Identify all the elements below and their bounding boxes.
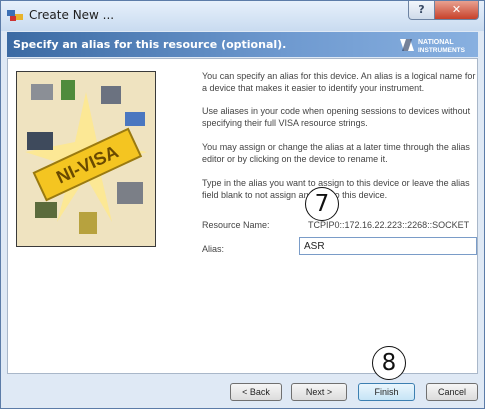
banner-heading: Specify an alias for this resource (opti…	[13, 38, 287, 51]
header-banner: Specify an alias for this resource (opti…	[7, 32, 478, 57]
alias-input[interactable]	[299, 237, 477, 255]
help-button[interactable]: ?	[408, 1, 435, 20]
resource-name-label: Resource Name:	[202, 220, 270, 230]
step-7-callout: 7	[305, 187, 339, 221]
alias-label: Alias:	[202, 244, 225, 254]
cancel-button[interactable]: Cancel	[426, 383, 478, 401]
ni-visa-illustration: NI-VISA	[16, 71, 156, 247]
next-button[interactable]: Next >	[291, 383, 347, 401]
create-new-dialog: Create New ... ? ✕ Specify an alias for …	[0, 0, 485, 409]
visa-app-icon	[7, 10, 23, 21]
logo-line2: INSTRUMENTS	[418, 47, 466, 54]
finish-button[interactable]: Finish	[358, 383, 415, 401]
content-panel: NI-VISA You can specify an alias for thi…	[7, 58, 478, 374]
alias-description-paragraph: You can specify an alias for this device…	[202, 71, 476, 93]
logo-line1: NATIONAL	[418, 39, 454, 46]
back-button[interactable]: < Back	[230, 383, 282, 401]
alias-usage-paragraph: Use aliases in your code when opening se…	[202, 106, 471, 128]
window-title: Create New ...	[29, 8, 115, 22]
step-8-callout: 8	[372, 346, 406, 380]
alias-instruction-paragraph: Type in the alias you want to assign to …	[202, 178, 470, 200]
title-bar: Create New ... ? ✕	[1, 1, 484, 31]
alias-rename-paragraph: You may assign or change the alias at a …	[202, 142, 470, 164]
close-button[interactable]: ✕	[434, 1, 479, 20]
resource-name-value: TCPIP0::172.16.22.223::2268::SOCKET	[308, 220, 470, 230]
national-instruments-logo: NATIONAL INSTRUMENTS	[400, 39, 466, 54]
